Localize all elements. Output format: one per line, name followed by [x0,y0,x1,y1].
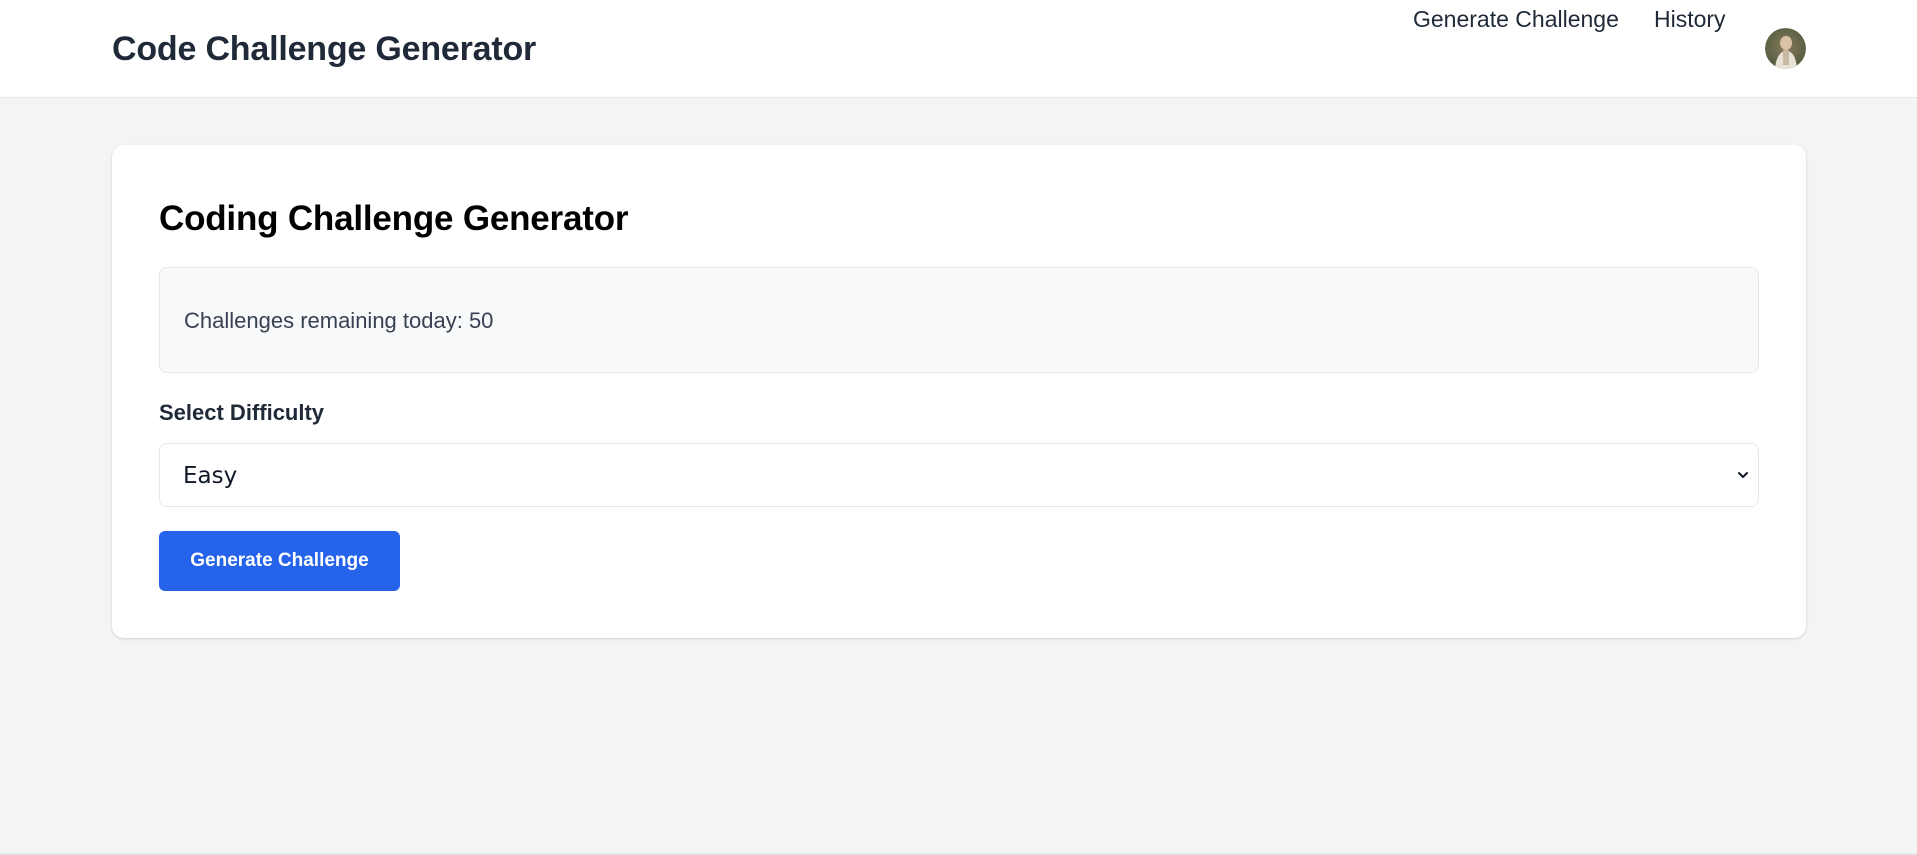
top-navbar: Code Challenge Generator Generate Challe… [0,0,1917,98]
generate-challenge-button[interactable]: Generate Challenge [159,531,400,591]
difficulty-label: Select Difficulty [159,400,325,425]
avatar-image [1765,28,1806,69]
nav-history[interactable]: History [1654,4,1726,34]
user-avatar[interactable] [1765,28,1806,69]
generator-card: Coding Challenge Generator Challenges re… [112,145,1806,638]
difficulty-select[interactable]: Easy [159,443,1759,507]
difficulty-selected-value: Easy [183,463,238,489]
challenges-remaining-text: Challenges remaining today: 50 [184,308,494,333]
chevron-down-icon [1738,472,1748,478]
nav-generate-challenge[interactable]: Generate Challenge [1413,4,1619,34]
page-title: Coding Challenge Generator [159,199,629,238]
quota-info-box: Challenges remaining today: 50 [159,267,1759,373]
app-title: Code Challenge Generator [112,30,537,68]
